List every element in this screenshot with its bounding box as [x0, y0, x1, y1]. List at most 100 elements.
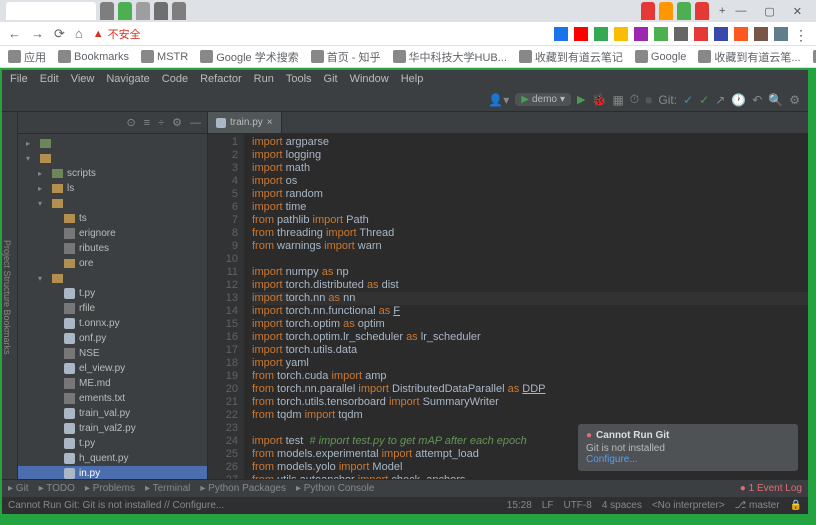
browser-tab[interactable] [6, 2, 96, 20]
ext-icon[interactable] [774, 27, 788, 41]
menu-icon[interactable]: ⋮ [794, 27, 808, 41]
bookmark-item[interactable]: MSTR [141, 50, 188, 63]
tree-row[interactable]: t.onnx.py [18, 316, 207, 331]
run-config[interactable]: ▶demo▾ [515, 93, 571, 106]
editor-tab[interactable]: train.py × [208, 112, 282, 133]
browser-tab[interactable] [118, 2, 132, 20]
vcs-rollback-icon[interactable]: ↶ [752, 93, 762, 107]
ext-icon[interactable] [594, 27, 608, 41]
tree-row[interactable]: ▸ [18, 136, 207, 151]
bookmark-item[interactable]: Bookmarks [58, 50, 129, 63]
new-tab-button[interactable]: + [713, 5, 731, 17]
bookmark-item[interactable]: 应用 [8, 49, 46, 65]
tree-row[interactable]: ore [18, 256, 207, 271]
hide-icon[interactable]: — [190, 117, 201, 129]
menu-tools[interactable]: Tools [286, 73, 312, 85]
tree-arrow-icon[interactable]: ▸ [38, 184, 48, 193]
tree-arrow-icon[interactable]: ▸ [26, 139, 36, 148]
tree-arrow-icon[interactable]: ▾ [38, 274, 48, 283]
vcs-history-icon[interactable]: 🕐 [731, 93, 746, 107]
bookmark-item[interactable]: 收藏到有道云笔记 [519, 49, 623, 65]
popup-configure-link[interactable]: Configure... [586, 454, 790, 465]
vcs-update-icon[interactable]: ✓ [683, 93, 693, 107]
tree-arrow-icon[interactable]: ▸ [38, 169, 48, 178]
bookmark-item[interactable]: 收藏到有道云笔... [698, 49, 800, 65]
menu-file[interactable]: File [10, 73, 28, 85]
ext-icon[interactable] [614, 27, 628, 41]
tree-row[interactable]: ts [18, 211, 207, 226]
window-maximize-icon[interactable]: ▢ [764, 5, 774, 18]
user-icon[interactable]: 👤▾ [488, 93, 509, 107]
tree-arrow-icon[interactable]: ▾ [38, 199, 48, 208]
menu-view[interactable]: View [71, 73, 95, 85]
tree-row[interactable]: ▸ls [18, 181, 207, 196]
ext-icon[interactable] [714, 27, 728, 41]
bookmark-item[interactable]: 华中科技大学HUB... [393, 49, 507, 65]
bottom-tab-todo[interactable]: ▸ TODO [39, 483, 75, 494]
menu-help[interactable]: Help [401, 73, 424, 85]
window-close-icon[interactable]: ✕ [793, 5, 802, 18]
bottom-tab-python-console[interactable]: ▸ Python Console [296, 483, 374, 494]
ext-icon[interactable] [574, 27, 588, 41]
browser-tab[interactable] [659, 2, 673, 20]
browser-tab[interactable] [695, 2, 709, 20]
menu-git[interactable]: Git [324, 73, 338, 85]
tool-window-stripe[interactable]: Project Structure Bookmarks [2, 112, 18, 479]
tree-row[interactable]: NSE [18, 346, 207, 361]
cursor-position[interactable]: 15:28 [507, 500, 532, 511]
tree-row[interactable]: ME.md [18, 376, 207, 391]
select-open-file-icon[interactable]: ⊙ [126, 116, 135, 129]
ext-icon[interactable] [754, 27, 768, 41]
tree-row[interactable]: onf.py [18, 331, 207, 346]
status-message[interactable]: Cannot Run Git: Git is not installed // … [8, 500, 224, 511]
vcs-commit-icon[interactable]: ✓ [699, 93, 709, 107]
tree-row[interactable]: in.py [18, 466, 207, 479]
tree-row[interactable]: ▾ [18, 271, 207, 286]
ext-icon[interactable] [654, 27, 668, 41]
bookmark-item[interactable]: Google 学术搜索 [200, 49, 299, 65]
bookmark-item[interactable]: Google [635, 50, 686, 63]
tree-row[interactable]: el_view.py [18, 361, 207, 376]
run-button[interactable]: ▶ [577, 93, 585, 106]
tree-row[interactable]: train_val.py [18, 406, 207, 421]
event-log[interactable]: ● 1 Event Log [740, 483, 802, 494]
bottom-tab-git[interactable]: ▸ Git [8, 483, 29, 494]
reload-button[interactable]: ⟳ [54, 26, 65, 42]
bookmark-overflow[interactable]: 其他书签 [813, 49, 816, 65]
settings-icon[interactable]: ⚙ [172, 116, 182, 129]
ext-icon[interactable] [694, 27, 708, 41]
browser-tab[interactable] [641, 2, 655, 20]
stop-button[interactable]: ■ [645, 93, 652, 107]
menu-refactor[interactable]: Refactor [200, 73, 242, 85]
tree-row[interactable]: rfile [18, 301, 207, 316]
browser-tab[interactable] [154, 2, 168, 20]
ext-icon[interactable] [734, 27, 748, 41]
ext-icon[interactable] [634, 27, 648, 41]
line-separator[interactable]: LF [542, 500, 554, 511]
lock-icon[interactable]: 🔒 [790, 500, 802, 511]
back-button[interactable]: ← [8, 26, 21, 41]
address-bar[interactable]: ▲ 不安全 [93, 26, 141, 42]
interpreter-label[interactable]: <No interpreter> [652, 500, 725, 511]
coverage-button[interactable]: ▦ [612, 93, 623, 107]
tree-row[interactable]: erignore [18, 226, 207, 241]
browser-tab[interactable] [100, 2, 114, 20]
browser-tab[interactable] [172, 2, 186, 20]
tree-row[interactable]: t.py [18, 286, 207, 301]
tree-row[interactable]: ▾ [18, 151, 207, 166]
profile-button[interactable]: ⏱ [630, 92, 639, 107]
debug-button[interactable]: 🐞 [591, 93, 606, 107]
menu-edit[interactable]: Edit [40, 73, 59, 85]
tree-row[interactable]: ▾ [18, 196, 207, 211]
ext-icon[interactable] [674, 27, 688, 41]
bottom-tab-terminal[interactable]: ▸ Terminal [145, 483, 190, 494]
tree-row[interactable]: ements.txt [18, 391, 207, 406]
settings-icon[interactable]: ⚙ [789, 93, 800, 107]
menu-code[interactable]: Code [162, 73, 188, 85]
tree-row[interactable]: train_val2.py [18, 421, 207, 436]
project-tree[interactable]: ▸▾▸scripts▸ls▾tserignoreributesore▾t.pyr… [18, 134, 207, 479]
tree-row[interactable]: h_quent.py [18, 451, 207, 466]
window-minimize-icon[interactable]: — [735, 5, 746, 18]
bottom-tab-python-packages[interactable]: ▸ Python Packages [200, 483, 286, 494]
tree-row[interactable]: ▸scripts [18, 166, 207, 181]
